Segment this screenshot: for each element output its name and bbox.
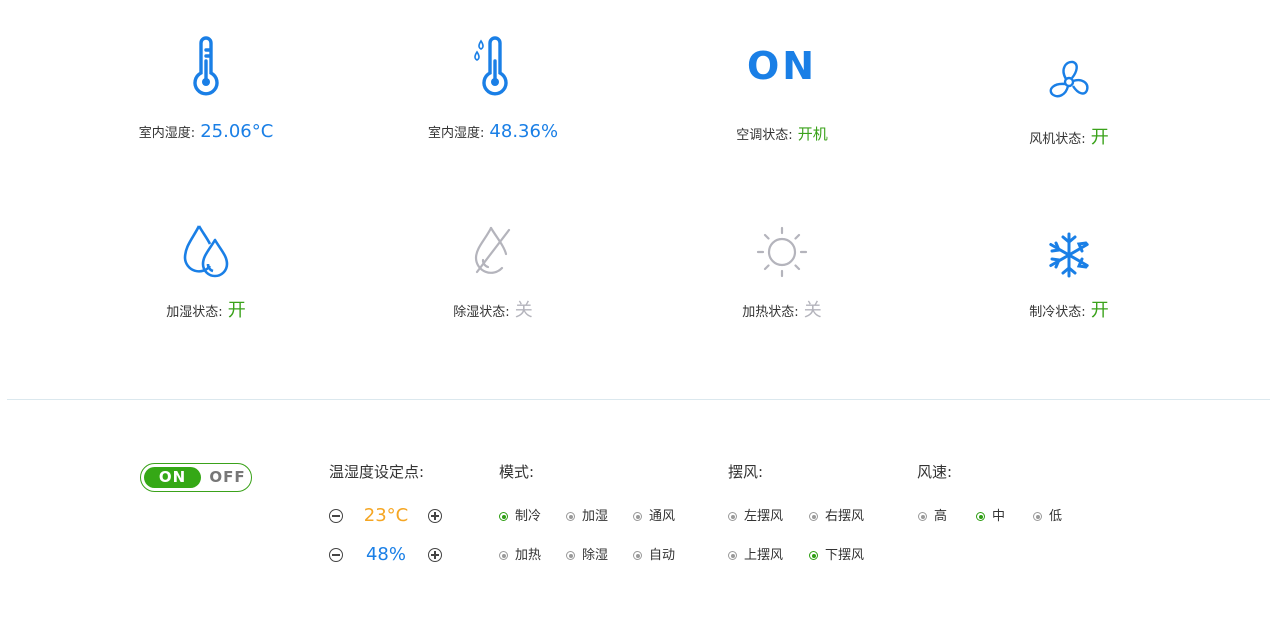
radio-icon	[809, 512, 818, 521]
swing-option-label: 下摆风	[825, 548, 865, 563]
status-panel: 室内湿度: 25.06°C 室内湿度: 48.36% ON 空调状态: 开机 风…	[0, 0, 1271, 400]
mode-option-label: 自动	[649, 548, 676, 563]
fan-state-value: 开	[1090, 127, 1109, 148]
ac-state-line: 空调状态: 开机	[682, 123, 882, 144]
radio-icon	[728, 512, 737, 521]
dehumidify-state-value: 关	[514, 300, 533, 321]
mode-option-humidify[interactable]: 加湿	[566, 509, 608, 525]
mode-option-label: 制冷	[515, 509, 542, 524]
mode-option-label: 加热	[515, 548, 542, 563]
mode-option-heat[interactable]: 加热	[499, 548, 541, 564]
indoor-humidity-label: 室内湿度:	[427, 126, 485, 141]
temperature-setpoint-value: 23°C	[363, 505, 409, 526]
radio-icon	[633, 551, 642, 560]
ac-on-icon-text: ON	[746, 44, 818, 88]
cooling-state-line: 制冷状态: 开	[969, 296, 1169, 322]
dehumidify-state-line: 除湿状态: 关	[393, 296, 593, 322]
power-toggle-off[interactable]: OFF	[205, 467, 250, 488]
dehumidify-state-label: 除湿状态:	[453, 305, 510, 320]
swing-title: 摆风:	[728, 463, 764, 481]
radio-icon	[728, 551, 737, 560]
fan-speed-option-low[interactable]: 低	[1033, 509, 1062, 525]
sun-icon	[756, 226, 808, 278]
water-drops-icon	[183, 225, 229, 278]
radio-icon	[633, 512, 642, 521]
humidity-decrease-button[interactable]	[329, 548, 343, 562]
fan-speed-title: 风速:	[917, 463, 953, 481]
radio-icon	[918, 512, 927, 521]
dehumidify-state-card: 除湿状态: 关	[393, 200, 593, 370]
mode-title: 模式:	[499, 463, 535, 481]
swing-option-label: 右摆风	[825, 509, 865, 524]
radio-icon	[566, 551, 575, 560]
swing-option-up[interactable]: 上摆风	[728, 548, 783, 564]
temperature-decrease-button[interactable]	[329, 509, 343, 523]
fan-state-card: 风机状态: 开	[969, 0, 1169, 170]
humidify-state-value: 开	[227, 300, 246, 321]
swing-option-right[interactable]: 右摆风	[809, 509, 864, 525]
fan-speed-option-label: 高	[934, 509, 948, 524]
temperature-increase-button[interactable]	[428, 509, 442, 523]
fan-state-line: 风机状态: 开	[969, 123, 1169, 149]
fan-speed-option-label: 中	[992, 509, 1006, 524]
radio-icon	[566, 512, 575, 521]
radio-icon	[1033, 512, 1042, 521]
indoor-temperature-line: 室内湿度: 25.06°C	[106, 121, 306, 142]
heating-state-value: 关	[803, 300, 822, 321]
indoor-humidity-value: 48.36%	[489, 121, 559, 142]
mode-option-dehumidify[interactable]: 除湿	[566, 548, 608, 564]
mode-option-ventilate[interactable]: 通风	[633, 509, 675, 525]
swing-option-label: 上摆风	[744, 548, 784, 563]
indoor-temperature-value: 25.06°C	[200, 121, 274, 142]
cooling-state-label: 制冷状态:	[1029, 305, 1086, 320]
humidity-increase-button[interactable]	[428, 548, 442, 562]
fan-icon	[1049, 60, 1089, 98]
radio-icon	[499, 551, 508, 560]
radio-icon	[809, 551, 818, 560]
mode-option-cool[interactable]: 制冷	[499, 509, 541, 525]
mode-option-label: 除湿	[582, 548, 609, 563]
swing-option-label: 左摆风	[744, 509, 784, 524]
humidity-setpoint-value: 48%	[365, 544, 406, 565]
ac-state-value: 开机	[797, 125, 828, 143]
indoor-temperature-label: 室内湿度:	[138, 126, 196, 141]
snowflake-icon	[1049, 232, 1089, 278]
mode-option-label: 加湿	[582, 509, 609, 524]
humidity-thermometer-icon	[474, 36, 508, 96]
setpoint-title: 温湿度设定点:	[329, 463, 425, 481]
fan-speed-option-label: 低	[1049, 509, 1063, 524]
indoor-humidity-card: 室内湿度: 48.36%	[393, 0, 593, 170]
radio-icon	[976, 512, 985, 521]
humidify-state-line: 加湿状态: 开	[106, 296, 306, 322]
fan-speed-option-high[interactable]: 高	[918, 509, 947, 525]
fan-speed-option-medium[interactable]: 中	[976, 509, 1005, 525]
mode-option-auto[interactable]: 自动	[633, 548, 675, 564]
thermometer-icon	[193, 36, 219, 96]
no-water-drop-icon	[474, 226, 511, 274]
indoor-temperature-card: 室内湿度: 25.06°C	[106, 0, 306, 170]
fan-state-label: 风机状态:	[1029, 132, 1086, 147]
heating-state-label: 加热状态:	[742, 305, 799, 320]
ac-state-label: 空调状态:	[736, 128, 793, 143]
power-toggle[interactable]: ON OFF	[140, 463, 252, 492]
cooling-state-value: 开	[1090, 300, 1109, 321]
ac-state-card: ON 空调状态: 开机	[682, 0, 882, 170]
heating-state-card: 加热状态: 关	[682, 200, 882, 370]
swing-option-down[interactable]: 下摆风	[809, 548, 864, 564]
humidify-state-card: 加湿状态: 开	[106, 200, 306, 370]
power-toggle-on[interactable]: ON	[144, 467, 201, 488]
indoor-humidity-line: 室内湿度: 48.36%	[393, 121, 593, 142]
radio-icon	[499, 512, 508, 521]
mode-option-label: 通风	[649, 509, 676, 524]
heating-state-line: 加热状态: 关	[682, 296, 882, 322]
swing-option-left[interactable]: 左摆风	[728, 509, 783, 525]
section-divider	[7, 399, 1270, 400]
humidify-state-label: 加湿状态:	[166, 305, 223, 320]
cooling-state-card: 制冷状态: 开	[969, 200, 1169, 370]
